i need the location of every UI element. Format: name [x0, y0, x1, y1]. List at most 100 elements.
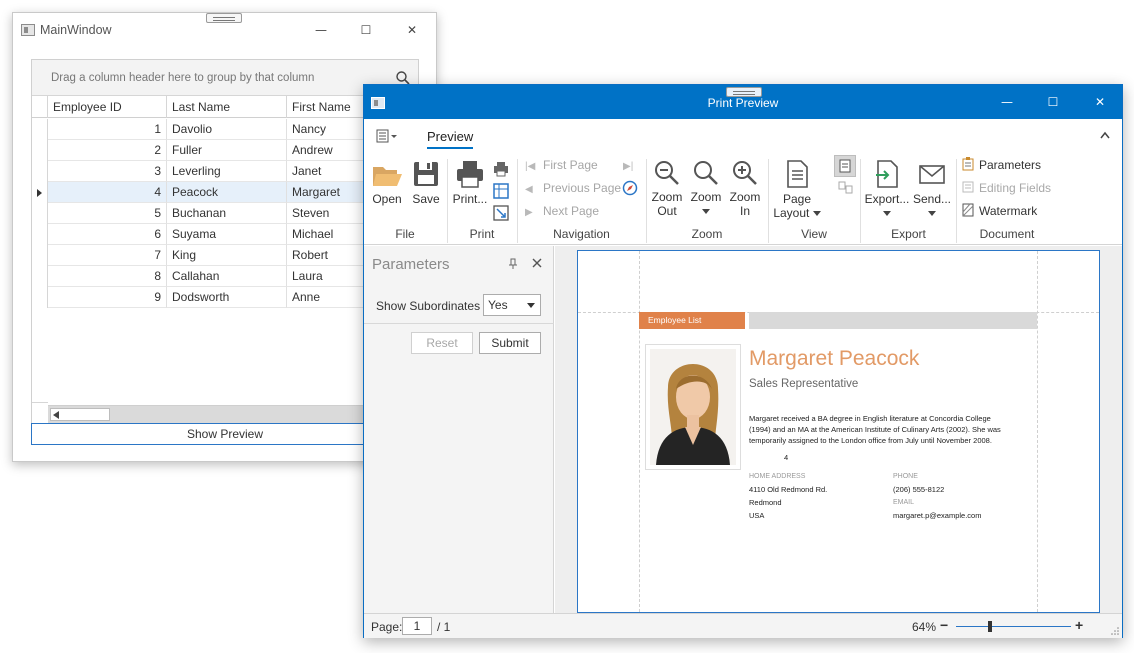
pin-icon[interactable] — [508, 258, 518, 270]
table-row[interactable]: 4 Peacock Margaret — [32, 182, 418, 203]
zoom-slider-track[interactable] — [956, 621, 1071, 632]
cell-employee-id[interactable]: 6 — [48, 224, 167, 245]
cell-employee-id[interactable]: 3 — [48, 161, 167, 182]
table-row[interactable]: 6 Suyama Michael — [32, 224, 418, 245]
table-row[interactable]: 7 King Robert — [32, 245, 418, 266]
print-preview-title-bar[interactable]: Print Preview — ☐ ✕ — [364, 85, 1122, 119]
first-page-button[interactable]: |◀ First Page — [525, 155, 598, 175]
zoom-in-button[interactable]: Zoom In — [727, 159, 763, 218]
table-row[interactable]: 9 Dodsworth Anne — [32, 287, 418, 308]
resize-grip-icon[interactable] — [1111, 627, 1119, 635]
ribbon: Preview Open Save File Print... Print |◀… — [364, 119, 1122, 245]
cell-employee-id[interactable]: 2 — [48, 140, 167, 161]
table-row[interactable]: 1 Davolio Nancy — [32, 119, 418, 140]
maximize-button[interactable]: ☐ — [1038, 91, 1068, 113]
cell-last-name[interactable]: Buchanan — [167, 203, 287, 224]
single-page-icon — [839, 159, 851, 173]
row-indicator[interactable] — [32, 182, 48, 203]
table-row[interactable]: 2 Fuller Andrew — [32, 140, 418, 161]
collapse-ribbon-icon[interactable] — [1100, 131, 1110, 139]
last-page-button[interactable]: ▶| — [623, 155, 641, 175]
save-label: Save — [412, 192, 440, 206]
show-subordinates-select[interactable]: Yes — [483, 294, 541, 316]
previous-page-button[interactable]: ◀ Previous Page — [525, 178, 621, 198]
last-page-icon: ▶| — [623, 161, 634, 172]
cell-last-name[interactable]: Suyama — [167, 224, 287, 245]
editing-fields-button[interactable]: Editing Fields — [962, 178, 1051, 198]
search-icon[interactable] — [396, 71, 410, 85]
zoom-decrease-button[interactable]: − — [940, 617, 948, 633]
page-setup-icon[interactable] — [493, 183, 509, 199]
cell-last-name[interactable]: Davolio — [167, 119, 287, 140]
column-header-last-name[interactable]: Last Name — [167, 96, 287, 118]
cell-last-name[interactable]: Dodsworth — [167, 287, 287, 308]
cell-last-name[interactable]: Leverling — [167, 161, 287, 182]
cell-last-name[interactable]: Fuller — [167, 140, 287, 161]
cell-employee-id[interactable]: 5 — [48, 203, 167, 224]
table-row[interactable]: 3 Leverling Janet — [32, 161, 418, 182]
group-panel[interactable]: Drag a column header here to group by th… — [32, 60, 418, 96]
print-button[interactable]: Print... — [452, 159, 488, 206]
close-button[interactable]: ✕ — [397, 19, 427, 41]
save-button[interactable]: Save — [409, 159, 443, 206]
grid-corner — [32, 402, 48, 423]
watermark-button[interactable]: Watermark — [962, 201, 1037, 221]
quick-print-icon[interactable] — [493, 161, 509, 177]
cell-employee-id[interactable]: 7 — [48, 245, 167, 266]
row-indicator[interactable] — [32, 140, 48, 161]
scroll-left-icon[interactable] — [53, 411, 59, 419]
export-button[interactable]: Export... — [864, 159, 910, 220]
row-indicator[interactable] — [32, 161, 48, 182]
row-indicator[interactable] — [32, 266, 48, 287]
send-button[interactable]: Send... — [911, 159, 953, 220]
maximize-button[interactable]: ☐ — [351, 19, 381, 41]
show-preview-button[interactable]: Show Preview — [31, 423, 419, 445]
zoom-increase-button[interactable]: + — [1075, 617, 1083, 633]
window-title: MainWindow — [40, 23, 112, 37]
cell-last-name[interactable]: Callahan — [167, 266, 287, 287]
cell-employee-id[interactable]: 1 — [48, 119, 167, 140]
submit-button[interactable]: Submit — [479, 332, 541, 354]
minimize-button[interactable]: — — [992, 91, 1022, 113]
cell-employee-id[interactable]: 8 — [48, 266, 167, 287]
row-indicator[interactable] — [32, 224, 48, 245]
table-row[interactable]: 8 Callahan Laura — [32, 266, 418, 287]
reset-button[interactable]: Reset — [411, 332, 473, 354]
parameters-button[interactable]: Parameters — [962, 155, 1041, 175]
title-bar[interactable]: MainWindow — ☐ ✕ — [13, 13, 436, 47]
close-icon[interactable] — [532, 258, 542, 268]
cell-employee-id[interactable]: 4 — [48, 182, 167, 203]
scrollbar-thumb[interactable] — [50, 408, 110, 421]
page-layout-button[interactable]: Page Layout — [772, 159, 822, 220]
scale-icon[interactable] — [493, 205, 509, 221]
employee-grid[interactable]: Drag a column header here to group by th… — [31, 59, 419, 424]
minimize-button[interactable]: — — [306, 19, 336, 41]
multi-page-icon[interactable] — [838, 181, 854, 197]
row-indicator[interactable] — [32, 119, 48, 140]
cell-last-name[interactable]: King — [167, 245, 287, 266]
zoom-slider-thumb[interactable] — [988, 621, 992, 632]
cell-employee-id[interactable]: 9 — [48, 287, 167, 308]
close-button[interactable]: ✕ — [1085, 91, 1115, 113]
page-number-input[interactable]: 1 — [402, 617, 432, 635]
navigate-compass-icon[interactable] — [622, 180, 638, 196]
app-menu-icon[interactable] — [376, 129, 398, 143]
row-indicator[interactable] — [32, 245, 48, 266]
window-grip-handle[interactable] — [206, 13, 242, 23]
table-row[interactable]: 5 Buchanan Steven — [32, 203, 418, 224]
row-indicator[interactable] — [32, 203, 48, 224]
page-layout-icon — [787, 160, 808, 188]
row-indicator[interactable] — [32, 287, 48, 308]
single-page-view-toggle[interactable] — [834, 155, 856, 177]
tab-preview[interactable]: Preview — [427, 129, 474, 149]
zoom-out-button[interactable]: Zoom Out — [649, 159, 685, 218]
document-preview-area[interactable]: Employee List Margaret Peacock Sales Rep… — [555, 246, 1122, 613]
cell-last-name[interactable]: Peacock — [167, 182, 287, 203]
next-page-button[interactable]: ▶ Next Page — [525, 201, 599, 221]
open-button[interactable]: Open — [370, 159, 404, 206]
zoom-button[interactable]: Zoom — [688, 159, 724, 218]
email-value: margaret.p@example.com — [893, 511, 982, 520]
window-icon — [21, 24, 35, 36]
column-header-employee-id[interactable]: Employee ID — [48, 96, 167, 118]
save-disk-icon — [414, 162, 438, 186]
